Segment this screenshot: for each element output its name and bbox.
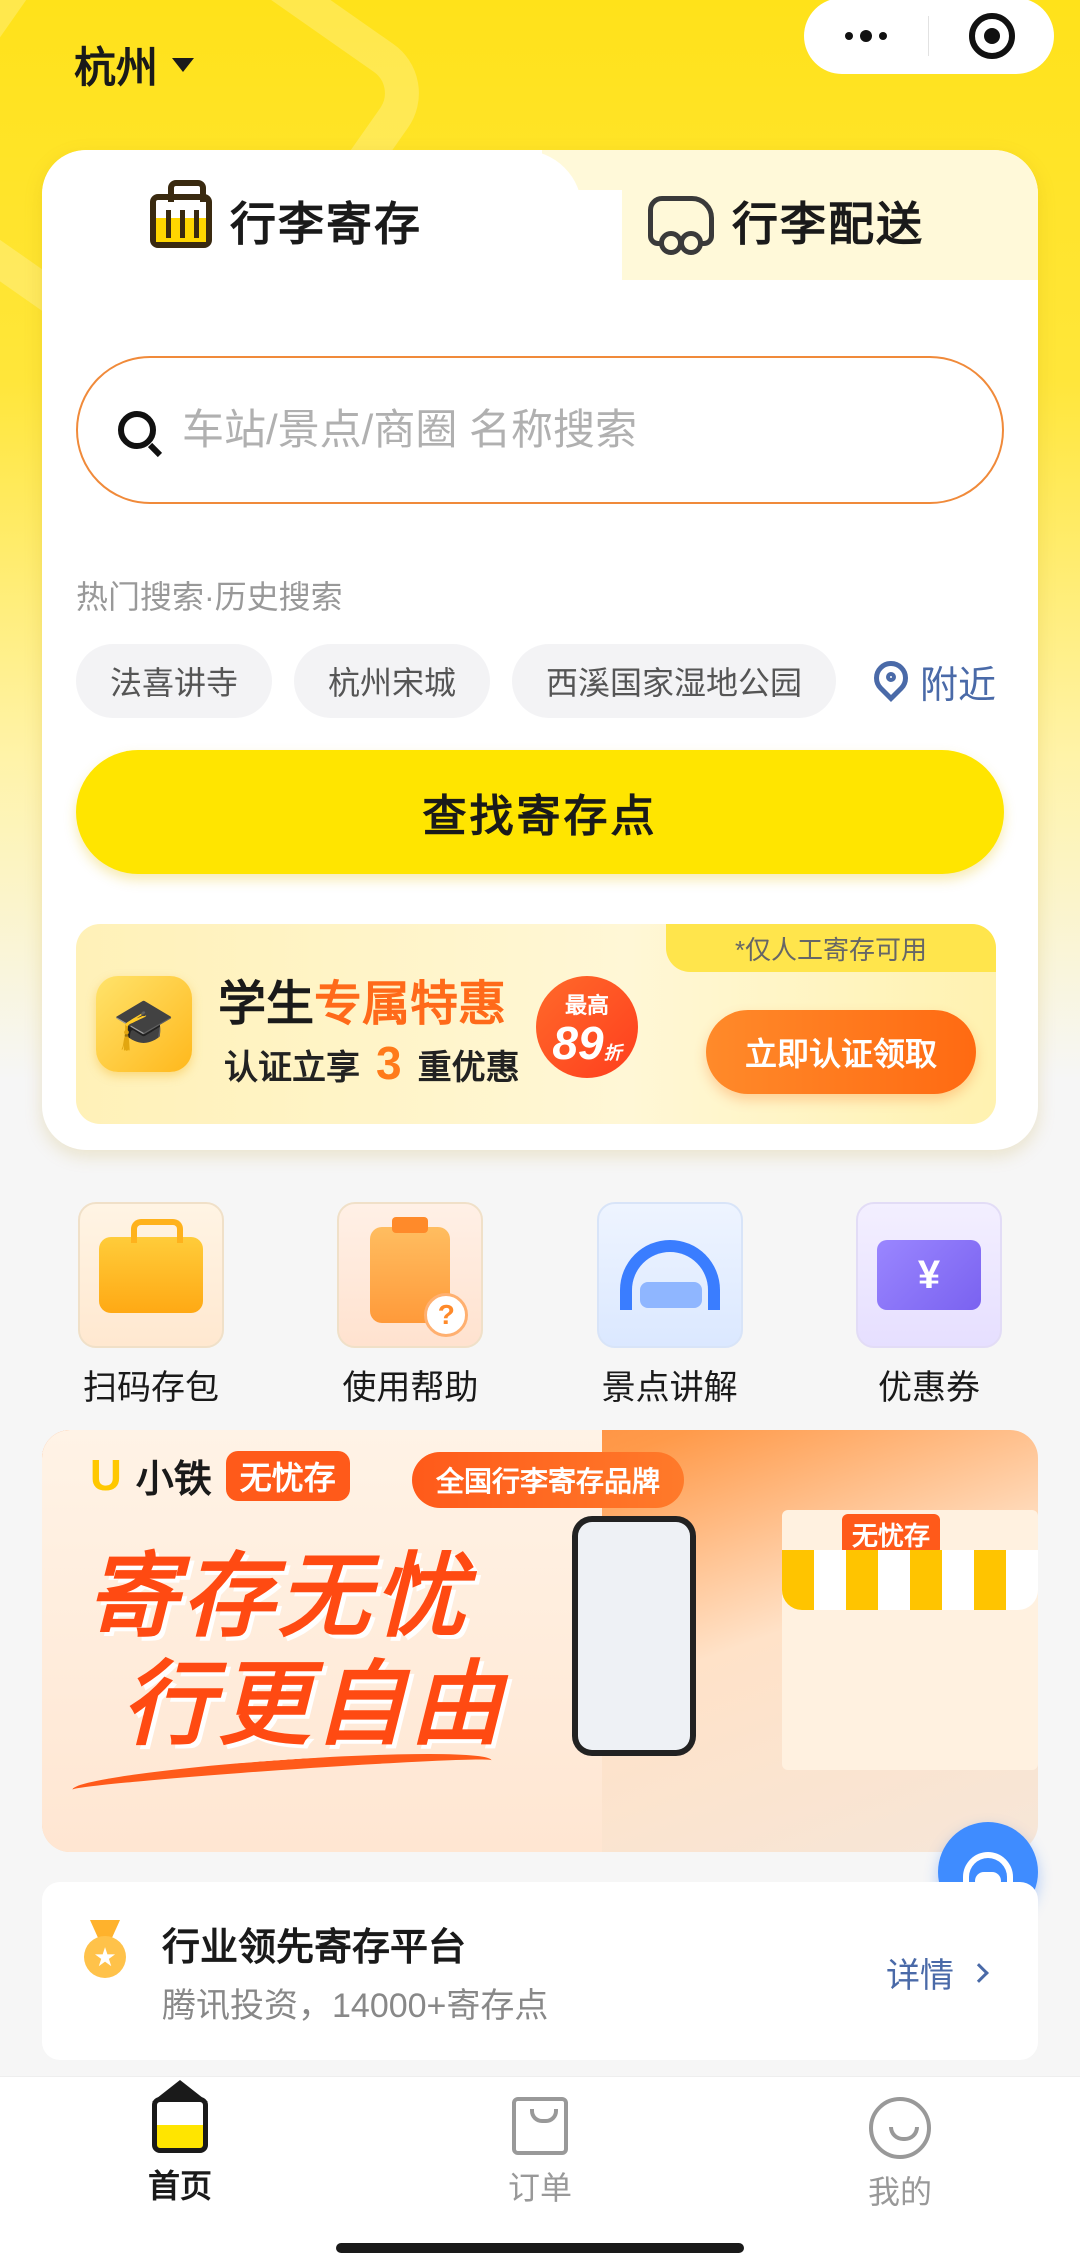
headset-icon xyxy=(596,1202,743,1348)
discount-badge: 最高 89折 xyxy=(536,976,638,1078)
bottom-tab-bar: 首页 订单 我的 xyxy=(0,2076,1080,2267)
student-promo-banner[interactable]: *仅人工寄存可用 🎓 学生专属特惠 认证立享 3 重优惠 最高 89折 立即认证… xyxy=(76,924,996,1124)
tab-home[interactable]: 首页 xyxy=(120,2080,240,2207)
tab-label: 行李配送 xyxy=(732,198,924,250)
delivery-truck-icon xyxy=(648,196,714,255)
home-indicator xyxy=(336,2243,744,2253)
chevron-down-icon xyxy=(172,57,195,72)
promo-title: 学生专属特惠 xyxy=(218,978,507,1031)
quick-label: 扫码存包 xyxy=(83,1369,219,1407)
more-icon[interactable] xyxy=(804,30,928,42)
phone-illustration xyxy=(572,1516,696,1756)
search-icon xyxy=(118,411,156,449)
quick-coupons[interactable]: ¥ 优惠券 xyxy=(854,1202,1004,1409)
promo-note: *仅人工寄存可用 xyxy=(666,924,996,972)
search-chip[interactable]: 杭州宋城 xyxy=(294,644,491,718)
order-icon xyxy=(512,2097,568,2155)
graduation-cap-icon: 🎓 xyxy=(96,976,192,1072)
tab-luggage-delivery[interactable]: 行李配送 xyxy=(648,188,924,255)
search-chip[interactable]: 法喜讲寺 xyxy=(76,644,273,718)
main-card: 行李寄存 行李配送 热门搜索·历史搜索 法喜讲寺 杭州宋城 西溪国家湿地公园 附… xyxy=(42,150,1038,1150)
info-title: 行业领先寄存平台 xyxy=(162,1927,467,1969)
search-bar[interactable] xyxy=(76,356,1004,504)
slogan-line-2: 行更自由 xyxy=(122,1654,507,1756)
hot-search-title: 热门搜索·历史搜索 xyxy=(76,579,343,615)
tab-label: 行李寄存 xyxy=(230,198,422,250)
quick-scan-bag[interactable]: 扫码存包 xyxy=(76,1202,226,1409)
luggage-icon xyxy=(150,180,212,248)
coupon-icon: ¥ xyxy=(855,1202,1002,1348)
medal-icon xyxy=(82,1920,128,1978)
location-pin-icon xyxy=(874,661,908,703)
close-miniprogram-icon[interactable] xyxy=(929,13,1054,59)
quick-help[interactable]: ? 使用帮助 xyxy=(335,1202,485,1409)
details-link[interactable]: 详情 xyxy=(886,1948,989,1997)
platform-info-card[interactable]: 行业领先寄存平台 腾讯投资，14000+寄存点 详情 xyxy=(42,1882,1038,2060)
find-storage-button[interactable]: 查找寄存点 xyxy=(76,750,1004,874)
search-chip[interactable]: 西溪国家湿地公园 xyxy=(512,644,837,718)
search-input[interactable] xyxy=(182,406,882,454)
quick-actions: 扫码存包 ? 使用帮助 景点讲解 ¥ 优惠券 xyxy=(76,1202,1004,1409)
nearby-button[interactable]: 附近 xyxy=(874,654,996,709)
info-subtitle: 腾讯投资，14000+寄存点 xyxy=(162,1987,549,2025)
brand-pill: 全国行李寄存品牌 xyxy=(412,1452,685,1508)
quick-audio-guide[interactable]: 景点讲解 xyxy=(595,1202,745,1409)
brand-u-icon: U xyxy=(90,1450,122,1500)
home-icon xyxy=(152,2080,208,2153)
scan-bag-icon xyxy=(78,1202,224,1348)
brand-logo: U 小铁 无忧存 xyxy=(90,1448,350,1503)
tab-luggage-storage[interactable]: 行李寄存 xyxy=(150,180,422,254)
profile-icon xyxy=(869,2097,931,2159)
brand-banner[interactable]: U 小铁 无忧存 全国行李寄存品牌 寄存无忧 行更自由 无忧存 xyxy=(42,1430,1038,1852)
miniprogram-capsule xyxy=(804,0,1054,74)
quick-label: 景点讲解 xyxy=(601,1369,738,1407)
nearby-label: 附近 xyxy=(920,665,997,707)
hot-search-chips: 法喜讲寺 杭州宋城 西溪国家湿地公园 xyxy=(76,644,837,718)
chevron-right-icon xyxy=(969,1962,989,1983)
city-selector[interactable]: 杭州 xyxy=(74,34,195,95)
store-illustration: 无忧存 xyxy=(782,1510,1038,1770)
city-label: 杭州 xyxy=(74,44,159,91)
claim-verify-button[interactable]: 立即认证领取 xyxy=(706,1010,976,1094)
tab-profile[interactable]: 我的 xyxy=(840,2097,960,2213)
help-clipboard-icon: ? xyxy=(337,1202,484,1348)
quick-label: 优惠券 xyxy=(877,1369,980,1407)
tab-orders[interactable]: 订单 xyxy=(480,2097,600,2209)
quick-label: 使用帮助 xyxy=(342,1369,479,1407)
promo-subtitle: 认证立享 3 重优惠 xyxy=(224,1037,520,1089)
